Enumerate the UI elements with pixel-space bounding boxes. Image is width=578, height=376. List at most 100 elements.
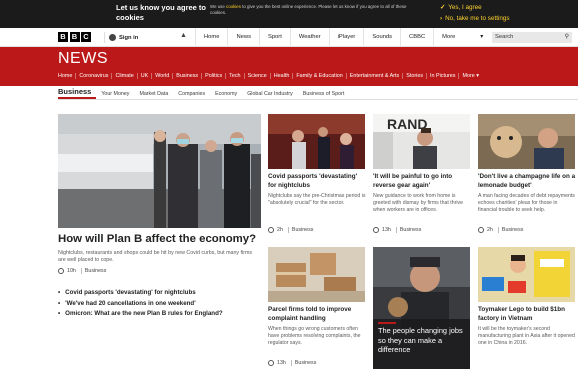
subnav-economy[interactable]: Economy bbox=[210, 91, 242, 99]
related-link[interactable]: Covid passports 'devastating' for nightc… bbox=[58, 288, 263, 299]
clock-icon bbox=[268, 360, 274, 366]
subnav-business-of-sport[interactable]: Business of Sport bbox=[298, 91, 350, 99]
story-description: A man facing decades of debt repayments … bbox=[478, 193, 575, 213]
sign-in-label: Sign in bbox=[119, 34, 139, 41]
section-entertainment-arts[interactable]: Entertainment & Arts bbox=[345, 73, 402, 79]
story-title[interactable]: Covid passports 'devastating' for nightc… bbox=[268, 173, 366, 190]
news-brand[interactable]: NEWS bbox=[58, 50, 108, 68]
search-input[interactable]: Search ⚲ bbox=[492, 32, 572, 43]
lead-story-time: 10h bbox=[67, 268, 76, 274]
lead-story-title[interactable]: How will Plan B affect the economy? bbox=[58, 233, 256, 245]
cookie-text-before: We use bbox=[210, 4, 225, 9]
user-icon bbox=[109, 34, 116, 41]
global-nav-items: Home News Sport Weather iPlayer Sounds C… bbox=[195, 28, 491, 47]
section-world[interactable]: World bbox=[151, 73, 172, 79]
clock-icon bbox=[268, 227, 274, 233]
subnav-market-data[interactable]: Market Data bbox=[134, 91, 173, 99]
business-sub-nav: Business Your Money Market Data Companie… bbox=[58, 87, 578, 100]
nav-item-home[interactable]: Home bbox=[195, 28, 227, 47]
nav-item-iplayer[interactable]: iPlayer bbox=[328, 28, 364, 47]
related-link[interactable]: Omicron: What are the new Plan B rules f… bbox=[58, 309, 263, 320]
nav-item-cbbc[interactable]: CBBC bbox=[400, 28, 433, 47]
nav-item-sport[interactable]: Sport bbox=[258, 28, 290, 47]
sign-in-link[interactable]: Sign in bbox=[104, 32, 138, 43]
office-worker-photo: RAND bbox=[373, 114, 470, 169]
story-time: 2h bbox=[487, 227, 493, 233]
section-tech[interactable]: Tech bbox=[225, 73, 243, 79]
section-politics[interactable]: Politics bbox=[201, 73, 225, 79]
lead-story-meta: 10h Business bbox=[58, 268, 106, 274]
lead-story-description: Nightclubs, restaurants and shops could … bbox=[58, 250, 253, 263]
story-image-parcels[interactable] bbox=[268, 247, 365, 302]
search-placeholder: Search bbox=[495, 34, 514, 40]
story-title[interactable]: Toymaker Lego to build $1bn factory in V… bbox=[478, 306, 576, 323]
subnav-your-money[interactable]: Your Money bbox=[96, 91, 134, 99]
cookie-banner: Let us know you agree to cookies We use … bbox=[0, 0, 578, 28]
story-image-nightclub[interactable] bbox=[268, 114, 365, 169]
cookies-link[interactable]: cookies bbox=[226, 4, 241, 9]
clock-icon bbox=[373, 227, 379, 233]
story-title[interactable]: 'It will be painful to go into reverse g… bbox=[373, 173, 471, 190]
lead-story-tag[interactable]: Business bbox=[80, 268, 106, 274]
cookie-agree-button[interactable]: ✓ Yes, I agree bbox=[440, 4, 482, 11]
related-links: Covid passports 'devastating' for nightc… bbox=[58, 288, 263, 320]
story-description: It will be the toymaker's second manufac… bbox=[478, 326, 575, 346]
story-image-lego[interactable] bbox=[478, 247, 575, 302]
check-icon: ✓ bbox=[440, 4, 446, 11]
section-home[interactable]: Home bbox=[58, 73, 75, 79]
story-title[interactable]: 'Don't live a champagne life on a lemona… bbox=[478, 173, 576, 190]
section-uk[interactable]: UK bbox=[136, 73, 152, 79]
section-stories[interactable]: Stories bbox=[402, 73, 426, 79]
search-icon: ⚲ bbox=[564, 34, 569, 40]
section-coronavirus[interactable]: Coronavirus bbox=[75, 73, 111, 79]
nav-item-more[interactable]: More ▾ bbox=[433, 28, 491, 47]
section-family-education[interactable]: Family & Education bbox=[292, 73, 345, 79]
story-time: 13h bbox=[277, 360, 286, 366]
feature-story-title[interactable]: The people changing jobs so they can mak… bbox=[378, 326, 470, 355]
global-nav: B B C Sign in ▲ Home News Sport Weather … bbox=[0, 28, 578, 47]
news-section-nav: Home Coronavirus Climate UK World Busine… bbox=[58, 73, 482, 79]
section-more[interactable]: More ▾ bbox=[458, 73, 482, 79]
story-tag[interactable]: Business bbox=[287, 227, 313, 233]
story-time: 2h bbox=[277, 227, 283, 233]
bbc-logo[interactable]: B B C bbox=[58, 32, 91, 42]
subnav-companies[interactable]: Companies bbox=[173, 91, 210, 99]
story-description: When things go wrong customers often hav… bbox=[268, 326, 361, 346]
nav-item-weather[interactable]: Weather bbox=[289, 28, 329, 47]
cookie-settings-button[interactable]: › No, take me to settings bbox=[440, 15, 510, 22]
story-image-man-with-dog[interactable] bbox=[478, 114, 575, 169]
nav-item-news[interactable]: News bbox=[227, 28, 259, 47]
nav-more-label: More bbox=[442, 34, 456, 40]
chevron-down-icon: ▾ bbox=[480, 34, 484, 40]
nav-item-sounds[interactable]: Sounds bbox=[363, 28, 400, 47]
story-meta: 13h Business bbox=[268, 360, 316, 366]
lead-story-image[interactable] bbox=[58, 114, 261, 228]
bbc-logo-b2: B bbox=[69, 32, 80, 42]
section-climate[interactable]: Climate bbox=[111, 73, 136, 79]
story-description: Nightclubs say the pre-Christmas period … bbox=[268, 193, 366, 206]
lead-story-photo bbox=[58, 114, 261, 228]
story-meta: 2h Business bbox=[268, 227, 313, 233]
story-time: 13h bbox=[382, 227, 391, 233]
chevron-right-icon: › bbox=[440, 15, 443, 22]
story-image-office-worker[interactable]: RAND bbox=[373, 114, 470, 169]
section-science[interactable]: Science bbox=[243, 73, 270, 79]
subnav-global-car-industry[interactable]: Global Car Industry bbox=[242, 91, 298, 99]
news-banner: NEWS Home Coronavirus Climate UK World B… bbox=[0, 47, 578, 86]
subnav-business[interactable]: Business bbox=[58, 87, 97, 99]
related-link[interactable]: 'We've had 20 cancellations in one weeke… bbox=[58, 299, 263, 310]
story-tag[interactable]: Business bbox=[290, 360, 316, 366]
notification-bell-icon[interactable]: ▲ bbox=[180, 32, 187, 39]
section-health[interactable]: Health bbox=[269, 73, 293, 79]
story-meta: 13h Business bbox=[373, 227, 421, 233]
section-in-pictures[interactable]: In Pictures bbox=[426, 73, 458, 79]
cookie-text: We use cookies to give you the best onli… bbox=[210, 4, 420, 16]
bbc-logo-b1: B bbox=[58, 32, 68, 42]
cookie-settings-label: No, take me to settings bbox=[445, 15, 510, 22]
clock-icon bbox=[478, 227, 484, 233]
story-tag[interactable]: Business bbox=[497, 227, 523, 233]
story-title[interactable]: Parcel firms told to improve complaint h… bbox=[268, 306, 366, 323]
clock-icon bbox=[58, 268, 64, 274]
story-tag[interactable]: Business bbox=[395, 227, 421, 233]
section-business[interactable]: Business bbox=[172, 73, 201, 79]
